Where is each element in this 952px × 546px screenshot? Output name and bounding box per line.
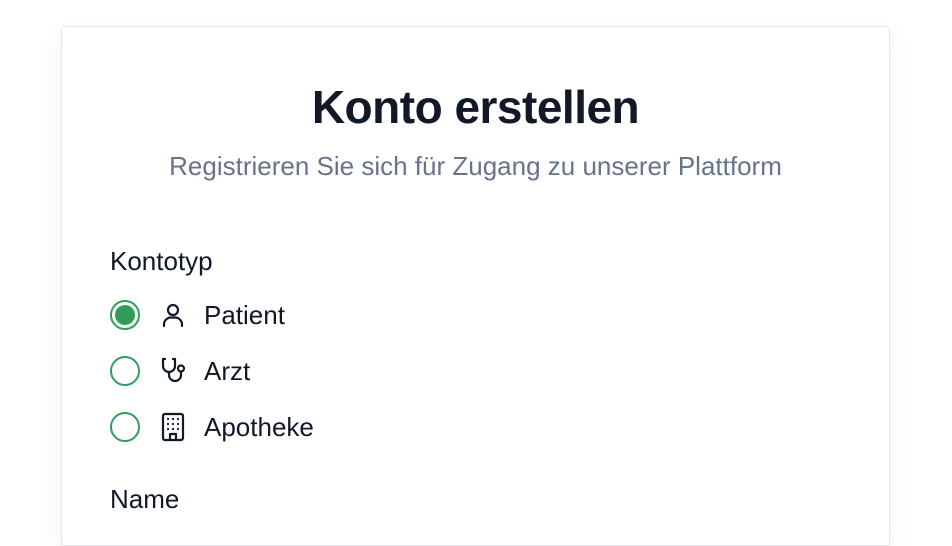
account-type-option-patient[interactable]: Patient (110, 297, 285, 333)
page-subtitle: Registrieren Sie sich für Zugang zu unse… (169, 151, 782, 181)
name-field-label: Name (110, 484, 180, 514)
user-icon (158, 300, 188, 330)
radio-patient[interactable] (110, 300, 140, 330)
radio-selected-dot (115, 305, 135, 325)
account-type-label: Kontotyp (110, 246, 213, 276)
building-icon (158, 412, 188, 442)
page-title: Konto erstellen (311, 81, 640, 133)
radio-arzt[interactable] (110, 356, 140, 386)
account-type-option-apotheke[interactable]: Apotheke (110, 409, 314, 445)
stethoscope-icon (158, 356, 188, 386)
signup-card: Konto erstellen Registrieren Sie sich fü… (61, 26, 890, 546)
option-label-patient: Patient (204, 300, 285, 330)
account-type-option-arzt[interactable]: Arzt (110, 353, 250, 389)
option-label-arzt: Arzt (204, 356, 251, 386)
radio-apotheke[interactable] (110, 412, 140, 442)
option-label-apotheke: Apotheke (204, 412, 314, 442)
